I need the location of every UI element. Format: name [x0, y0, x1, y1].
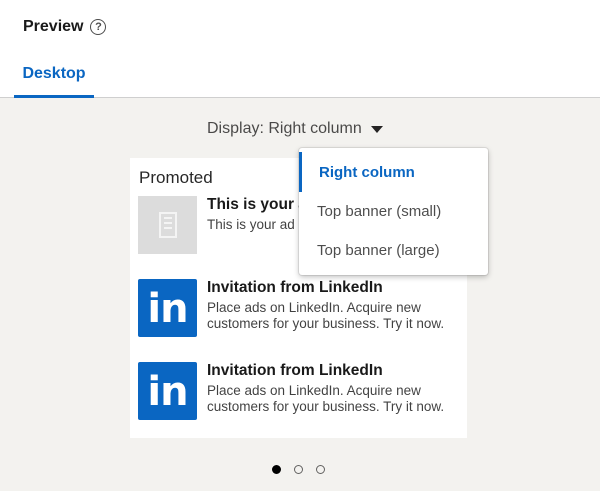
linkedin-logo-icon: in: [138, 362, 197, 420]
linkedin-logo-text: in: [147, 286, 188, 332]
preview-header: Preview ? Desktop: [0, 0, 600, 98]
pagination-dot[interactable]: [294, 465, 303, 474]
ad-text: Invitation from LinkedIn Place ads on Li…: [207, 362, 467, 415]
caret-down-icon: [370, 125, 383, 133]
display-select-label: Display: Right column: [207, 120, 362, 137]
preview-title: Preview ?: [23, 18, 107, 36]
ad-body: Place ads on LinkedIn. Acquire new custo…: [207, 300, 445, 331]
question-circle-icon[interactable]: ?: [90, 19, 107, 35]
pagination-dot[interactable]: [272, 465, 281, 474]
display-dropdown-menu: Right column Top banner (small) Top bann…: [299, 148, 488, 275]
dropdown-option-top-banner-small[interactable]: Top banner (small): [299, 191, 488, 231]
linkedin-logo-text: in: [147, 369, 188, 415]
building-placeholder-icon: [138, 196, 197, 254]
ad-item: in Invitation from LinkedIn Place ads on…: [138, 362, 458, 422]
ad-item: in Invitation from LinkedIn Place ads on…: [138, 279, 458, 339]
carousel-pagination: [272, 465, 325, 474]
dropdown-option-right-column[interactable]: Right column: [299, 152, 488, 192]
linkedin-logo-icon: in: [138, 279, 197, 337]
ad-headline: Invitation from LinkedIn: [207, 362, 383, 379]
ad-headline: Invitation from LinkedIn: [207, 279, 383, 296]
tab-desktop[interactable]: Desktop: [14, 56, 94, 98]
display-select[interactable]: Display: Right column: [207, 119, 383, 139]
promoted-label: Promoted: [139, 168, 213, 187]
dropdown-option-top-banner-large[interactable]: Top banner (large): [299, 230, 488, 270]
ad-body: Place ads on LinkedIn. Acquire new custo…: [207, 383, 445, 414]
ad-text: Invitation from LinkedIn Place ads on Li…: [207, 279, 467, 332]
pagination-dot[interactable]: [316, 465, 325, 474]
preview-title-text: Preview: [23, 18, 84, 35]
